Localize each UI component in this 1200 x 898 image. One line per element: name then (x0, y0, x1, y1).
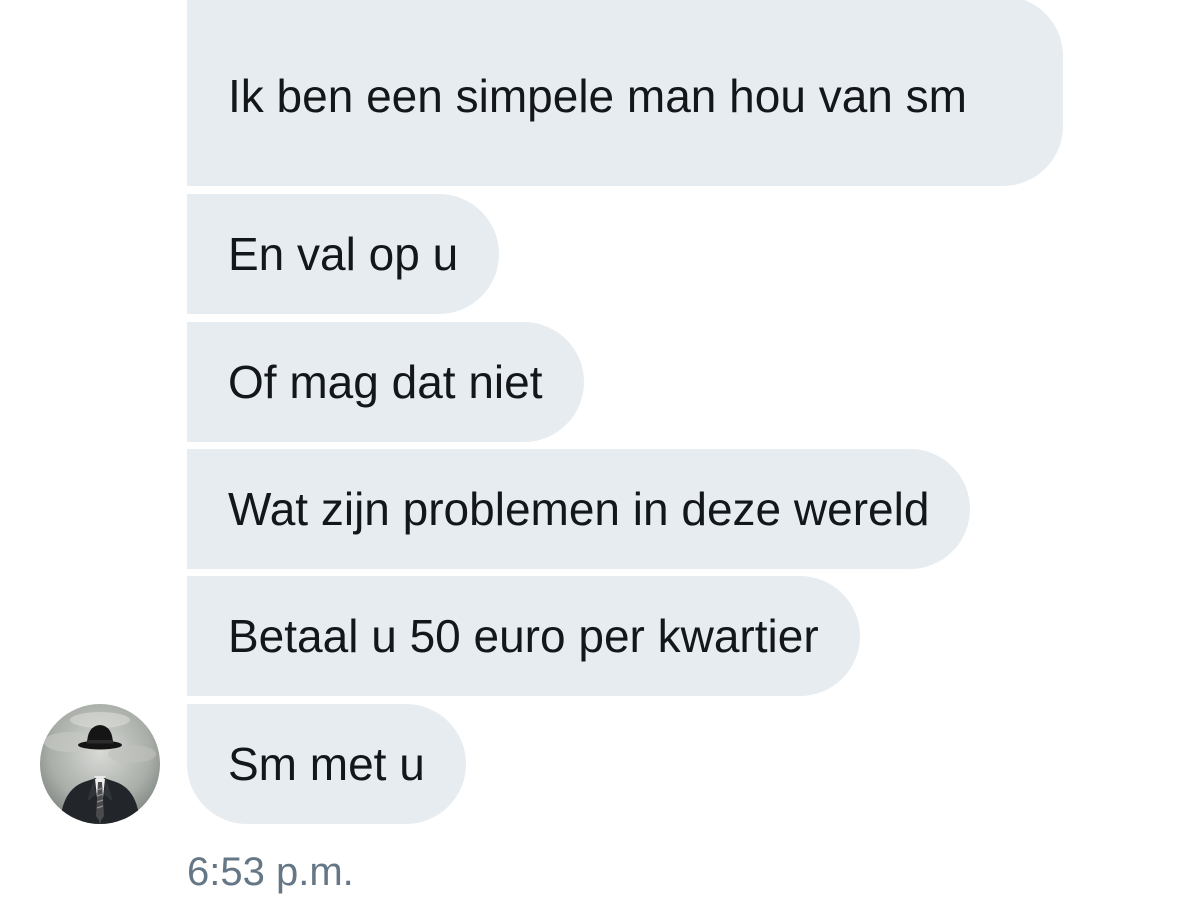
message-bubble[interactable]: Wat zijn problemen in deze wereld (187, 449, 971, 569)
man-in-bowler-hat-avatar-icon (40, 704, 160, 824)
message-text: En val op u (228, 228, 459, 280)
message-bubble[interactable]: Sm met u (187, 704, 466, 824)
message-bubble[interactable]: Ik ben een simpele man hou van sm (187, 0, 1063, 186)
message-bubble[interactable]: Of mag dat niet (187, 322, 584, 442)
conversation-thread: Ik ben een simpele man hou van sm En val… (0, 0, 1200, 898)
avatar[interactable] (40, 704, 160, 824)
message-bubble[interactable]: Betaal u 50 euro per kwartier (187, 576, 860, 696)
message-timestamp: 6:53 p.m. (187, 850, 354, 894)
message-text: Betaal u 50 euro per kwartier (228, 610, 819, 662)
message-text: Wat zijn problemen in deze wereld (228, 483, 930, 535)
message-text: Of mag dat niet (228, 356, 543, 408)
message-bubble[interactable]: En val op u (187, 194, 500, 314)
message-text: Ik ben een simpele man hou van sm (228, 70, 967, 122)
message-text: Sm met u (228, 738, 425, 790)
